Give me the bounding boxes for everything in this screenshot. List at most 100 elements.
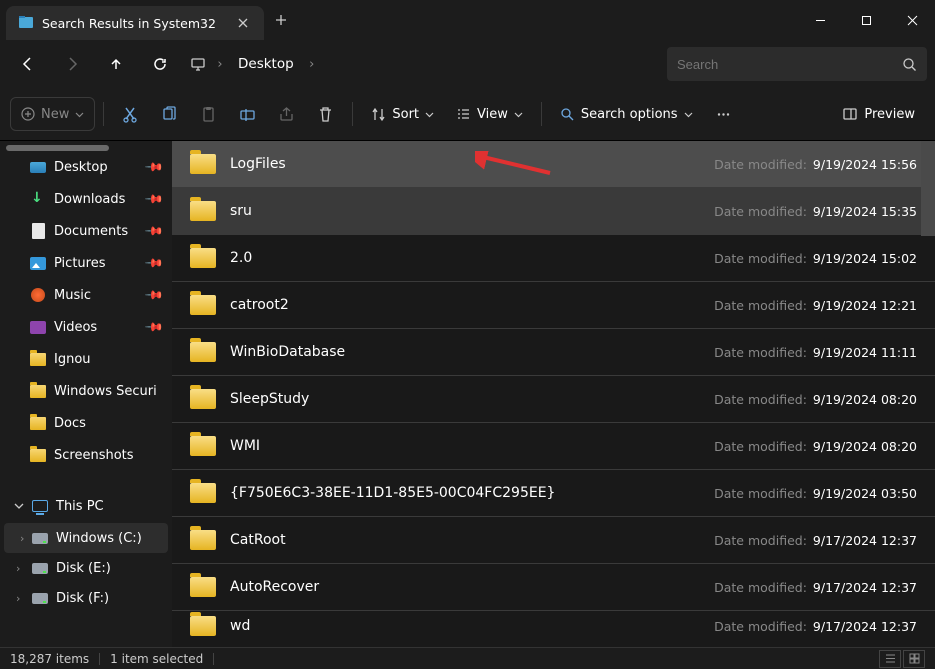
address-bar[interactable]: › Desktop › (184, 52, 663, 76)
result-row[interactable]: AutoRecoverDate modified:9/17/2024 12:37 (172, 564, 935, 611)
pin-icon: 📌 (144, 253, 164, 273)
result-row[interactable]: 2.0Date modified:9/19/2024 15:02 (172, 235, 935, 282)
sidebar-item-ignou[interactable]: Ignou (0, 343, 172, 375)
close-window-button[interactable] (889, 0, 935, 40)
sidebar-item-label: Music (54, 288, 91, 303)
separator (103, 102, 104, 126)
sidebar-drive-disk-f-[interactable]: ›Disk (F:) (0, 583, 172, 613)
result-date: 9/19/2024 15:02 (813, 251, 917, 266)
result-row[interactable]: {F750E6C3-38EE-11D1-85E5-00C04FC295EE}Da… (172, 470, 935, 517)
sidebar-item-documents[interactable]: Documents📌 (0, 215, 172, 247)
result-date: 9/19/2024 03:50 (813, 486, 917, 501)
cut-button[interactable] (112, 96, 149, 132)
result-name: {F750E6C3-38EE-11D1-85E5-00C04FC295EE} (230, 485, 700, 501)
folder-icon (190, 577, 216, 597)
result-row[interactable]: CatRootDate modified:9/17/2024 12:37 (172, 517, 935, 564)
chevron-right-icon[interactable]: › (212, 57, 228, 72)
sidebar-item-docs[interactable]: Docs (0, 407, 172, 439)
chevron-down-icon (14, 501, 24, 511)
minimize-button[interactable] (797, 0, 843, 40)
pin-icon: 📌 (144, 317, 164, 337)
sort-label: Sort (392, 107, 419, 122)
folder-icon (30, 415, 46, 431)
navigation-pane: Desktop📌Downloads📌Documents📌Pictures📌Mus… (0, 141, 172, 647)
sidebar-drive-windows-c-[interactable]: ›Windows (C:) (4, 523, 168, 553)
meta-label: Date modified: (714, 580, 807, 595)
up-button[interactable] (96, 46, 136, 82)
drive-label: Disk (E:) (56, 561, 111, 576)
rename-button[interactable] (229, 96, 266, 132)
new-tab-button[interactable] (270, 9, 292, 31)
window-tab[interactable]: Search Results in System32 (6, 6, 264, 40)
folder-icon (190, 201, 216, 221)
pc-icon (32, 500, 48, 512)
title-bar: Search Results in System32 (0, 0, 935, 40)
more-button[interactable] (705, 96, 742, 132)
sidebar-item-label: Windows Securi (54, 384, 157, 399)
vertical-scrollbar[interactable] (921, 141, 935, 236)
result-name: 2.0 (230, 250, 700, 266)
pin-icon: 📌 (144, 285, 164, 305)
result-row[interactable]: LogFilesDate modified:9/19/2024 15:56 (172, 141, 935, 188)
thumbnails-view-toggle[interactable] (903, 650, 925, 668)
result-name: WinBioDatabase (230, 344, 700, 360)
back-button[interactable] (8, 46, 48, 82)
meta-label: Date modified: (714, 619, 807, 634)
video-icon (30, 319, 46, 335)
navigation-bar: › Desktop › (0, 40, 935, 88)
paste-button[interactable] (190, 96, 227, 132)
separator (213, 653, 214, 665)
folder-icon (30, 351, 46, 367)
details-view-toggle[interactable] (879, 650, 901, 668)
result-name: LogFiles (230, 156, 700, 172)
folder-icon (190, 483, 216, 503)
sort-button[interactable]: Sort (361, 96, 444, 132)
share-button[interactable] (268, 96, 305, 132)
result-row[interactable]: wdDate modified:9/17/2024 12:37 (172, 611, 935, 641)
pin-icon: 📌 (144, 157, 164, 177)
search-input[interactable] (677, 57, 902, 72)
result-name: CatRoot (230, 532, 700, 548)
close-tab-icon[interactable] (232, 12, 254, 34)
monitor-icon (190, 56, 206, 72)
search-box[interactable] (667, 47, 927, 81)
sidebar-item-desktop[interactable]: Desktop📌 (0, 151, 172, 183)
new-button[interactable]: New (10, 97, 95, 131)
folder-icon (30, 383, 46, 399)
picture-icon (30, 255, 46, 271)
sidebar-item-label: Screenshots (54, 448, 134, 463)
chevron-right-icon: › (16, 592, 20, 605)
result-row[interactable]: SleepStudyDate modified:9/19/2024 08:20 (172, 376, 935, 423)
sidebar-this-pc[interactable]: This PC (0, 489, 172, 523)
drive-label: Windows (C:) (56, 531, 142, 546)
refresh-button[interactable] (140, 46, 180, 82)
sidebar-item-videos[interactable]: Videos📌 (0, 311, 172, 343)
results-pane: LogFilesDate modified:9/19/2024 15:56sru… (172, 141, 935, 647)
meta-label: Date modified: (714, 533, 807, 548)
chevron-right-icon[interactable]: › (304, 57, 320, 72)
result-date: 9/17/2024 12:37 (813, 619, 917, 634)
forward-button[interactable] (52, 46, 92, 82)
search-options-button[interactable]: Search options (550, 96, 703, 132)
sidebar-item-windows-securi[interactable]: Windows Securi (0, 375, 172, 407)
result-row[interactable]: catroot2Date modified:9/19/2024 12:21 (172, 282, 935, 329)
result-row[interactable]: WMIDate modified:9/19/2024 08:20 (172, 423, 935, 470)
desktop-icon (30, 159, 46, 175)
result-row[interactable]: sruDate modified:9/19/2024 15:35 (172, 188, 935, 235)
preview-button[interactable]: Preview (832, 96, 925, 132)
sidebar-drive-disk-e-[interactable]: › Disk (E:) (0, 553, 172, 583)
delete-button[interactable] (307, 96, 344, 132)
copy-button[interactable] (151, 96, 188, 132)
view-button[interactable]: View (446, 96, 533, 132)
sidebar-item-screenshots[interactable]: Screenshots (0, 439, 172, 471)
sidebar-item-pictures[interactable]: Pictures📌 (0, 247, 172, 279)
sidebar-item-downloads[interactable]: Downloads📌 (0, 183, 172, 215)
meta-label: Date modified: (714, 204, 807, 219)
breadcrumb-desktop[interactable]: Desktop (234, 52, 298, 76)
result-row[interactable]: WinBioDatabaseDate modified:9/19/2024 11… (172, 329, 935, 376)
folder-icon (190, 389, 216, 409)
status-item-count: 18,287 items (10, 652, 89, 666)
chevron-right-icon: › (16, 562, 20, 575)
maximize-button[interactable] (843, 0, 889, 40)
sidebar-item-music[interactable]: Music 📌 (0, 279, 172, 311)
